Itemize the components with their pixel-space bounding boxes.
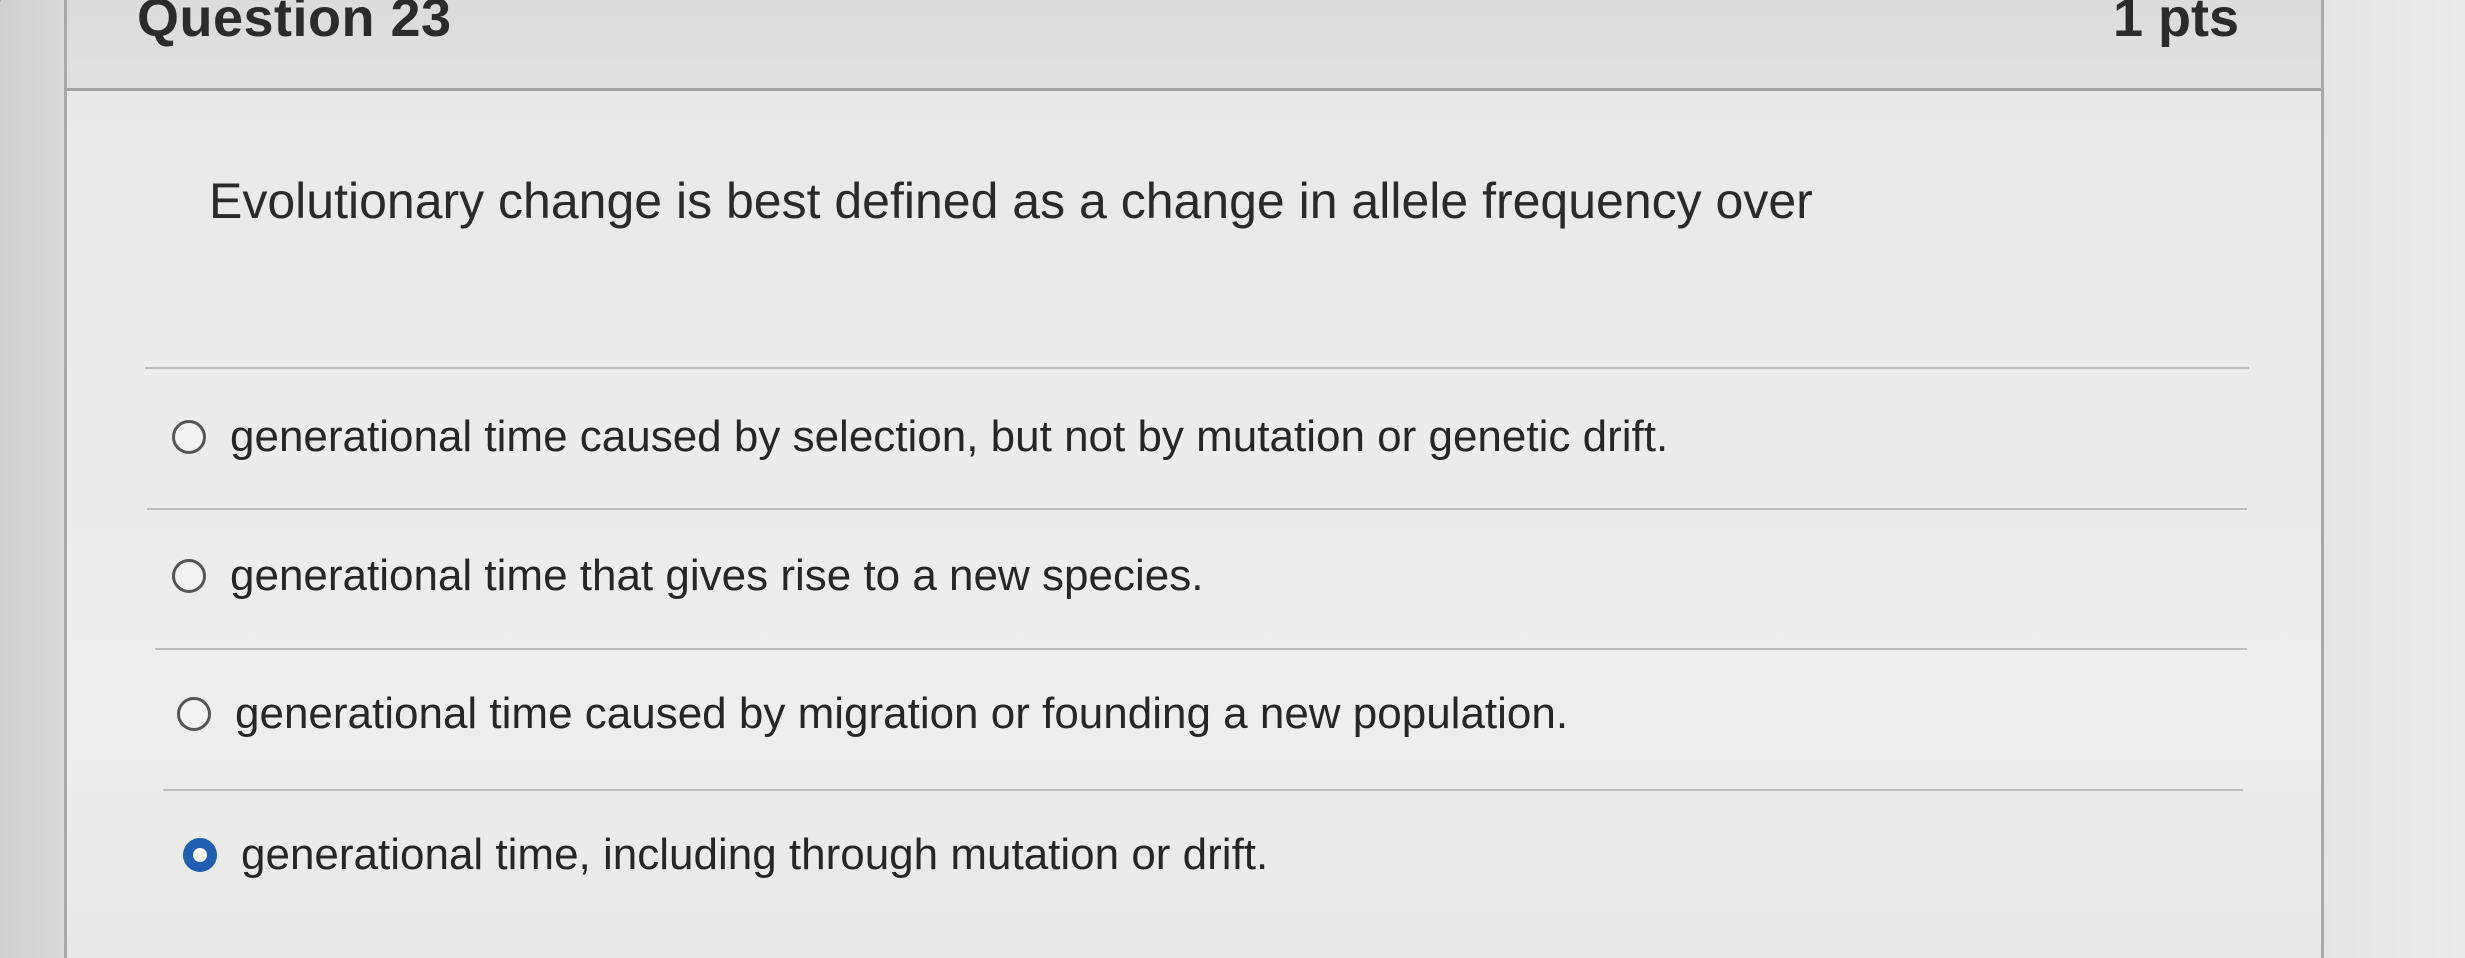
answer-label: generational time that gives rise to a n… xyxy=(230,551,1204,600)
divider xyxy=(163,789,2243,791)
answer-option[interactable]: generational time caused by selection, b… xyxy=(172,401,1668,473)
radio-button-selected-icon[interactable] xyxy=(183,838,217,872)
answer-option[interactable]: generational time that gives rise to a n… xyxy=(172,540,1203,612)
screen: › Question 23 1 pts Evolutionary change … xyxy=(0,0,2465,958)
question-card: Question 23 1 pts Evolutionary change is… xyxy=(64,0,2324,958)
divider xyxy=(155,648,2247,650)
page-background-right xyxy=(2324,0,2465,958)
left-margin: › xyxy=(0,0,64,958)
answer-option[interactable]: generational time caused by migration or… xyxy=(177,678,1568,750)
radio-button-icon[interactable] xyxy=(172,559,206,593)
answer-option-selected[interactable]: generational time, including through mut… xyxy=(183,819,1268,891)
divider xyxy=(145,367,2249,369)
divider xyxy=(147,508,2247,510)
answer-label: generational time, including through mut… xyxy=(241,830,1269,879)
answer-label: generational time caused by selection, b… xyxy=(230,412,1669,461)
question-title: Question 23 xyxy=(137,0,452,48)
question-prompt: Evolutionary change is best defined as a… xyxy=(209,173,1813,229)
answer-label: generational time caused by migration or… xyxy=(235,689,1569,738)
question-points: 1 pts xyxy=(2112,0,2239,48)
chevron-right-icon[interactable]: › xyxy=(0,0,28,20)
radio-button-icon[interactable] xyxy=(177,697,211,731)
radio-button-icon[interactable] xyxy=(172,420,206,454)
question-header: Question 23 1 pts xyxy=(67,0,2321,91)
